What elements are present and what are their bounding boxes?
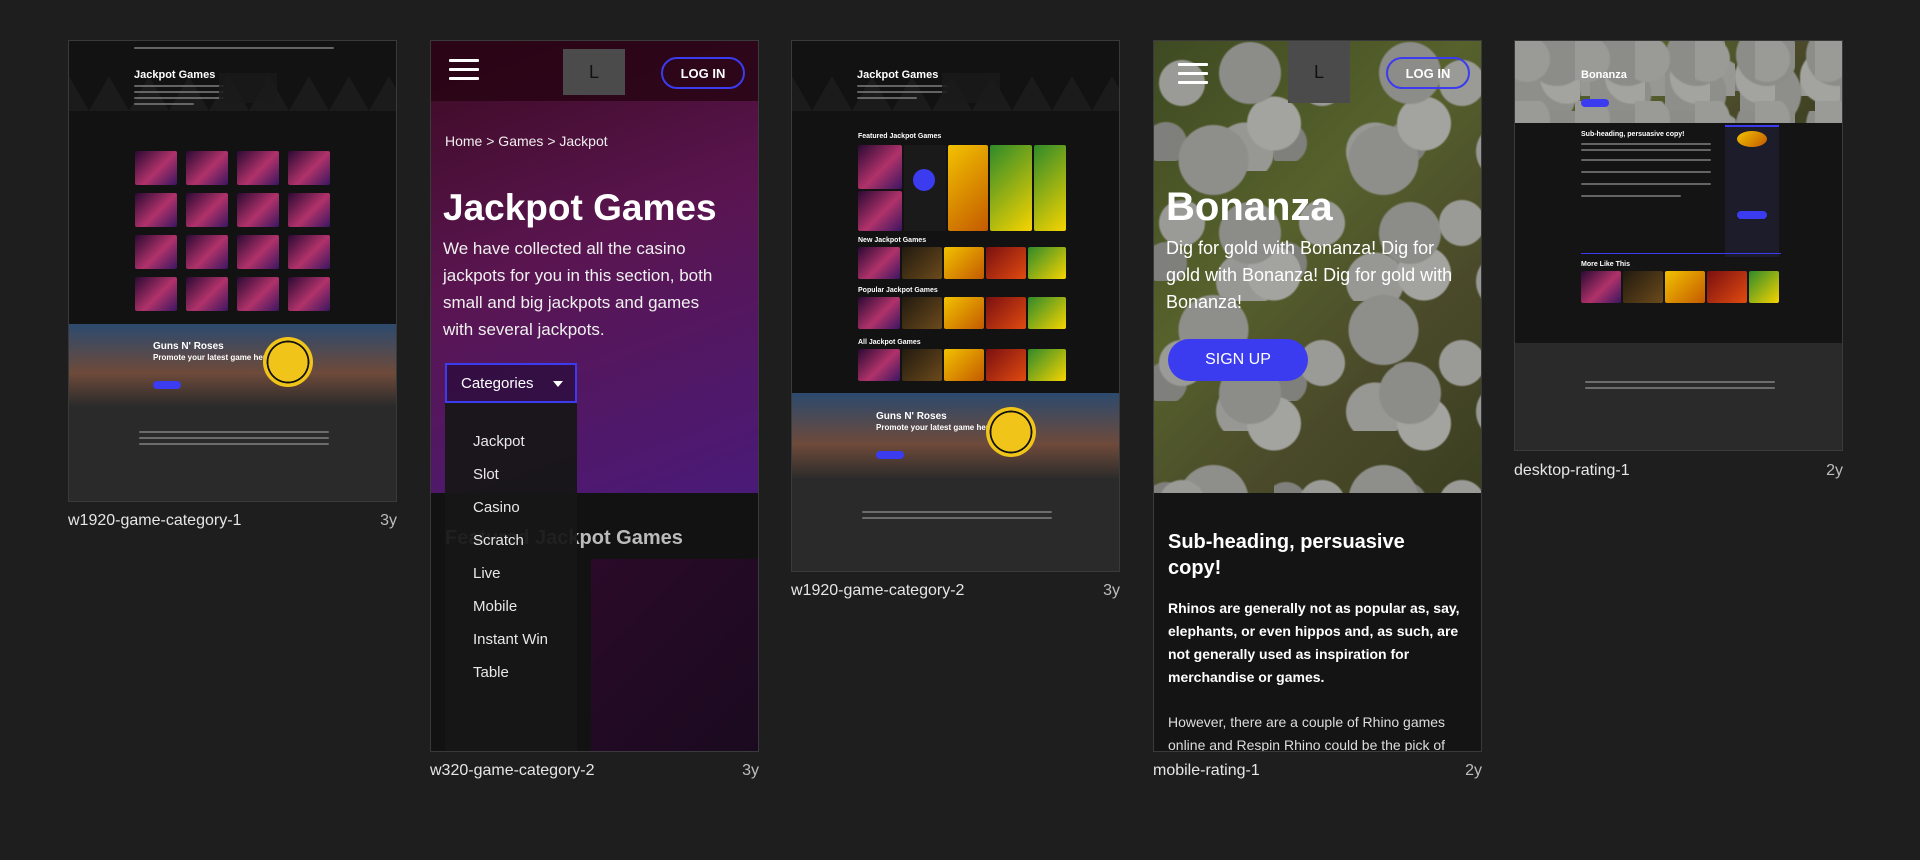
menu-item-mobile[interactable]: Mobile: [473, 598, 517, 615]
subheading: Sub-heading, persuasive copy!: [1581, 131, 1685, 138]
menu-item-slot[interactable]: Slot: [473, 466, 499, 483]
hero-image: [1515, 41, 1842, 123]
subheading: Sub-heading, persuasive copy!: [1168, 531, 1405, 579]
logo[interactable]: L: [563, 49, 625, 95]
banner-subtitle: Promote your latest game here: [876, 423, 994, 432]
menu-icon[interactable]: [1178, 63, 1208, 85]
page-description: We have collected all the casino jackpot…: [443, 239, 713, 339]
menu-item-table[interactable]: Table: [473, 664, 509, 681]
card-w1920-game-category-1[interactable]: Jackpot Games Guns N' Roses Promote your…: [68, 40, 397, 529]
preview-frame[interactable]: L LOG IN Bonanza Dig for gold with Bonan…: [1153, 40, 1482, 752]
play-button[interactable]: [876, 451, 904, 459]
gnr-logo: [986, 407, 1036, 457]
banner-title: Guns N' Roses: [153, 341, 224, 352]
section-featured: Featured Jackpot Games: [858, 133, 942, 140]
categories-label: Categories: [461, 375, 534, 392]
card-caption[interactable]: w320-game-category-2: [430, 762, 595, 780]
card-w1920-game-category-2[interactable]: Jackpot Games Featured Jackpot Games New…: [791, 40, 1120, 605]
card-mobile-rating-1[interactable]: L LOG IN Bonanza Dig for gold with Bonan…: [1153, 40, 1482, 780]
menu-item-casino[interactable]: Casino: [473, 499, 520, 516]
card-caption[interactable]: w1920-game-category-2: [791, 582, 964, 600]
more-like-this: More Like This: [1581, 261, 1631, 268]
hero-title: Jackpot Games: [857, 69, 939, 81]
categories-dropdown[interactable]: Categories: [445, 363, 577, 403]
preview-frame[interactable]: Bonanza Sub-heading, persuasive copy! Mo…: [1514, 40, 1843, 451]
section-new: New Jackpot Games: [858, 237, 927, 244]
banner-subtitle: Promote your latest game here: [153, 353, 271, 362]
menu-item-scratch[interactable]: Scratch: [473, 532, 524, 549]
promo-banner: [69, 324, 396, 406]
menu-icon[interactable]: [449, 59, 479, 81]
section-all: All Jackpot Games: [858, 339, 921, 346]
menu-item-jackpot[interactable]: Jackpot: [473, 433, 525, 450]
card-caption[interactable]: mobile-rating-1: [1153, 762, 1260, 780]
signup-button[interactable]: SIGN UP: [1168, 339, 1308, 381]
card-age: 3y: [380, 512, 397, 529]
hero-description: Dig for gold with Bonanza! Dig for gold …: [1166, 238, 1453, 312]
card-age: 3y: [1103, 582, 1120, 599]
card-caption[interactable]: desktop-rating-1: [1514, 462, 1630, 480]
page-title: Bonanza: [1166, 185, 1333, 229]
menu-item-instant-win[interactable]: Instant Win: [473, 631, 548, 648]
section-popular: Popular Jackpot Games: [858, 287, 938, 294]
card-age: 2y: [1826, 462, 1843, 479]
preview-frame[interactable]: Jackpot Games Featured Jackpot Games New…: [791, 40, 1120, 572]
play-button[interactable]: [153, 381, 181, 389]
card-caption[interactable]: w1920-game-category-1: [68, 512, 241, 530]
play-icon[interactable]: [913, 169, 935, 191]
hero-title: Jackpot Games: [134, 69, 216, 81]
card-w320-game-category-2[interactable]: L LOG IN Home > Games > Jackpot Jackpot …: [430, 40, 759, 780]
chevron-down-icon: [553, 381, 563, 387]
page-title: Bonanza: [1581, 69, 1627, 81]
logo[interactable]: L: [1288, 41, 1350, 103]
gnr-logo: [263, 337, 313, 387]
menu-item-live[interactable]: Live: [473, 565, 501, 582]
signup-label: SIGN UP: [1205, 351, 1271, 368]
preview-frame[interactable]: L LOG IN Home > Games > Jackpot Jackpot …: [430, 40, 759, 752]
card-age: 3y: [742, 762, 759, 779]
login-button[interactable]: LOG IN: [661, 57, 745, 89]
signup-button[interactable]: [1581, 99, 1609, 107]
card-desktop-rating-1[interactable]: Bonanza Sub-heading, persuasive copy! Mo…: [1514, 40, 1843, 490]
preview-frame[interactable]: Jackpot Games Guns N' Roses Promote your…: [68, 40, 397, 502]
banner-title: Guns N' Roses: [876, 411, 947, 422]
bold-paragraph: Rhinos are generally not as popular as, …: [1168, 600, 1460, 685]
categories-menu[interactable]: Jackpot Slot Casino Scratch Live Mobile …: [445, 403, 577, 751]
body-paragraph: However, there are a couple of Rhino gam…: [1168, 714, 1446, 752]
login-button[interactable]: LOG IN: [1386, 57, 1470, 89]
promo-banner: [792, 393, 1119, 479]
card-age: 2y: [1465, 762, 1482, 779]
breadcrumb[interactable]: Home > Games > Jackpot: [445, 133, 608, 149]
page-title: Jackpot Games: [443, 187, 717, 228]
